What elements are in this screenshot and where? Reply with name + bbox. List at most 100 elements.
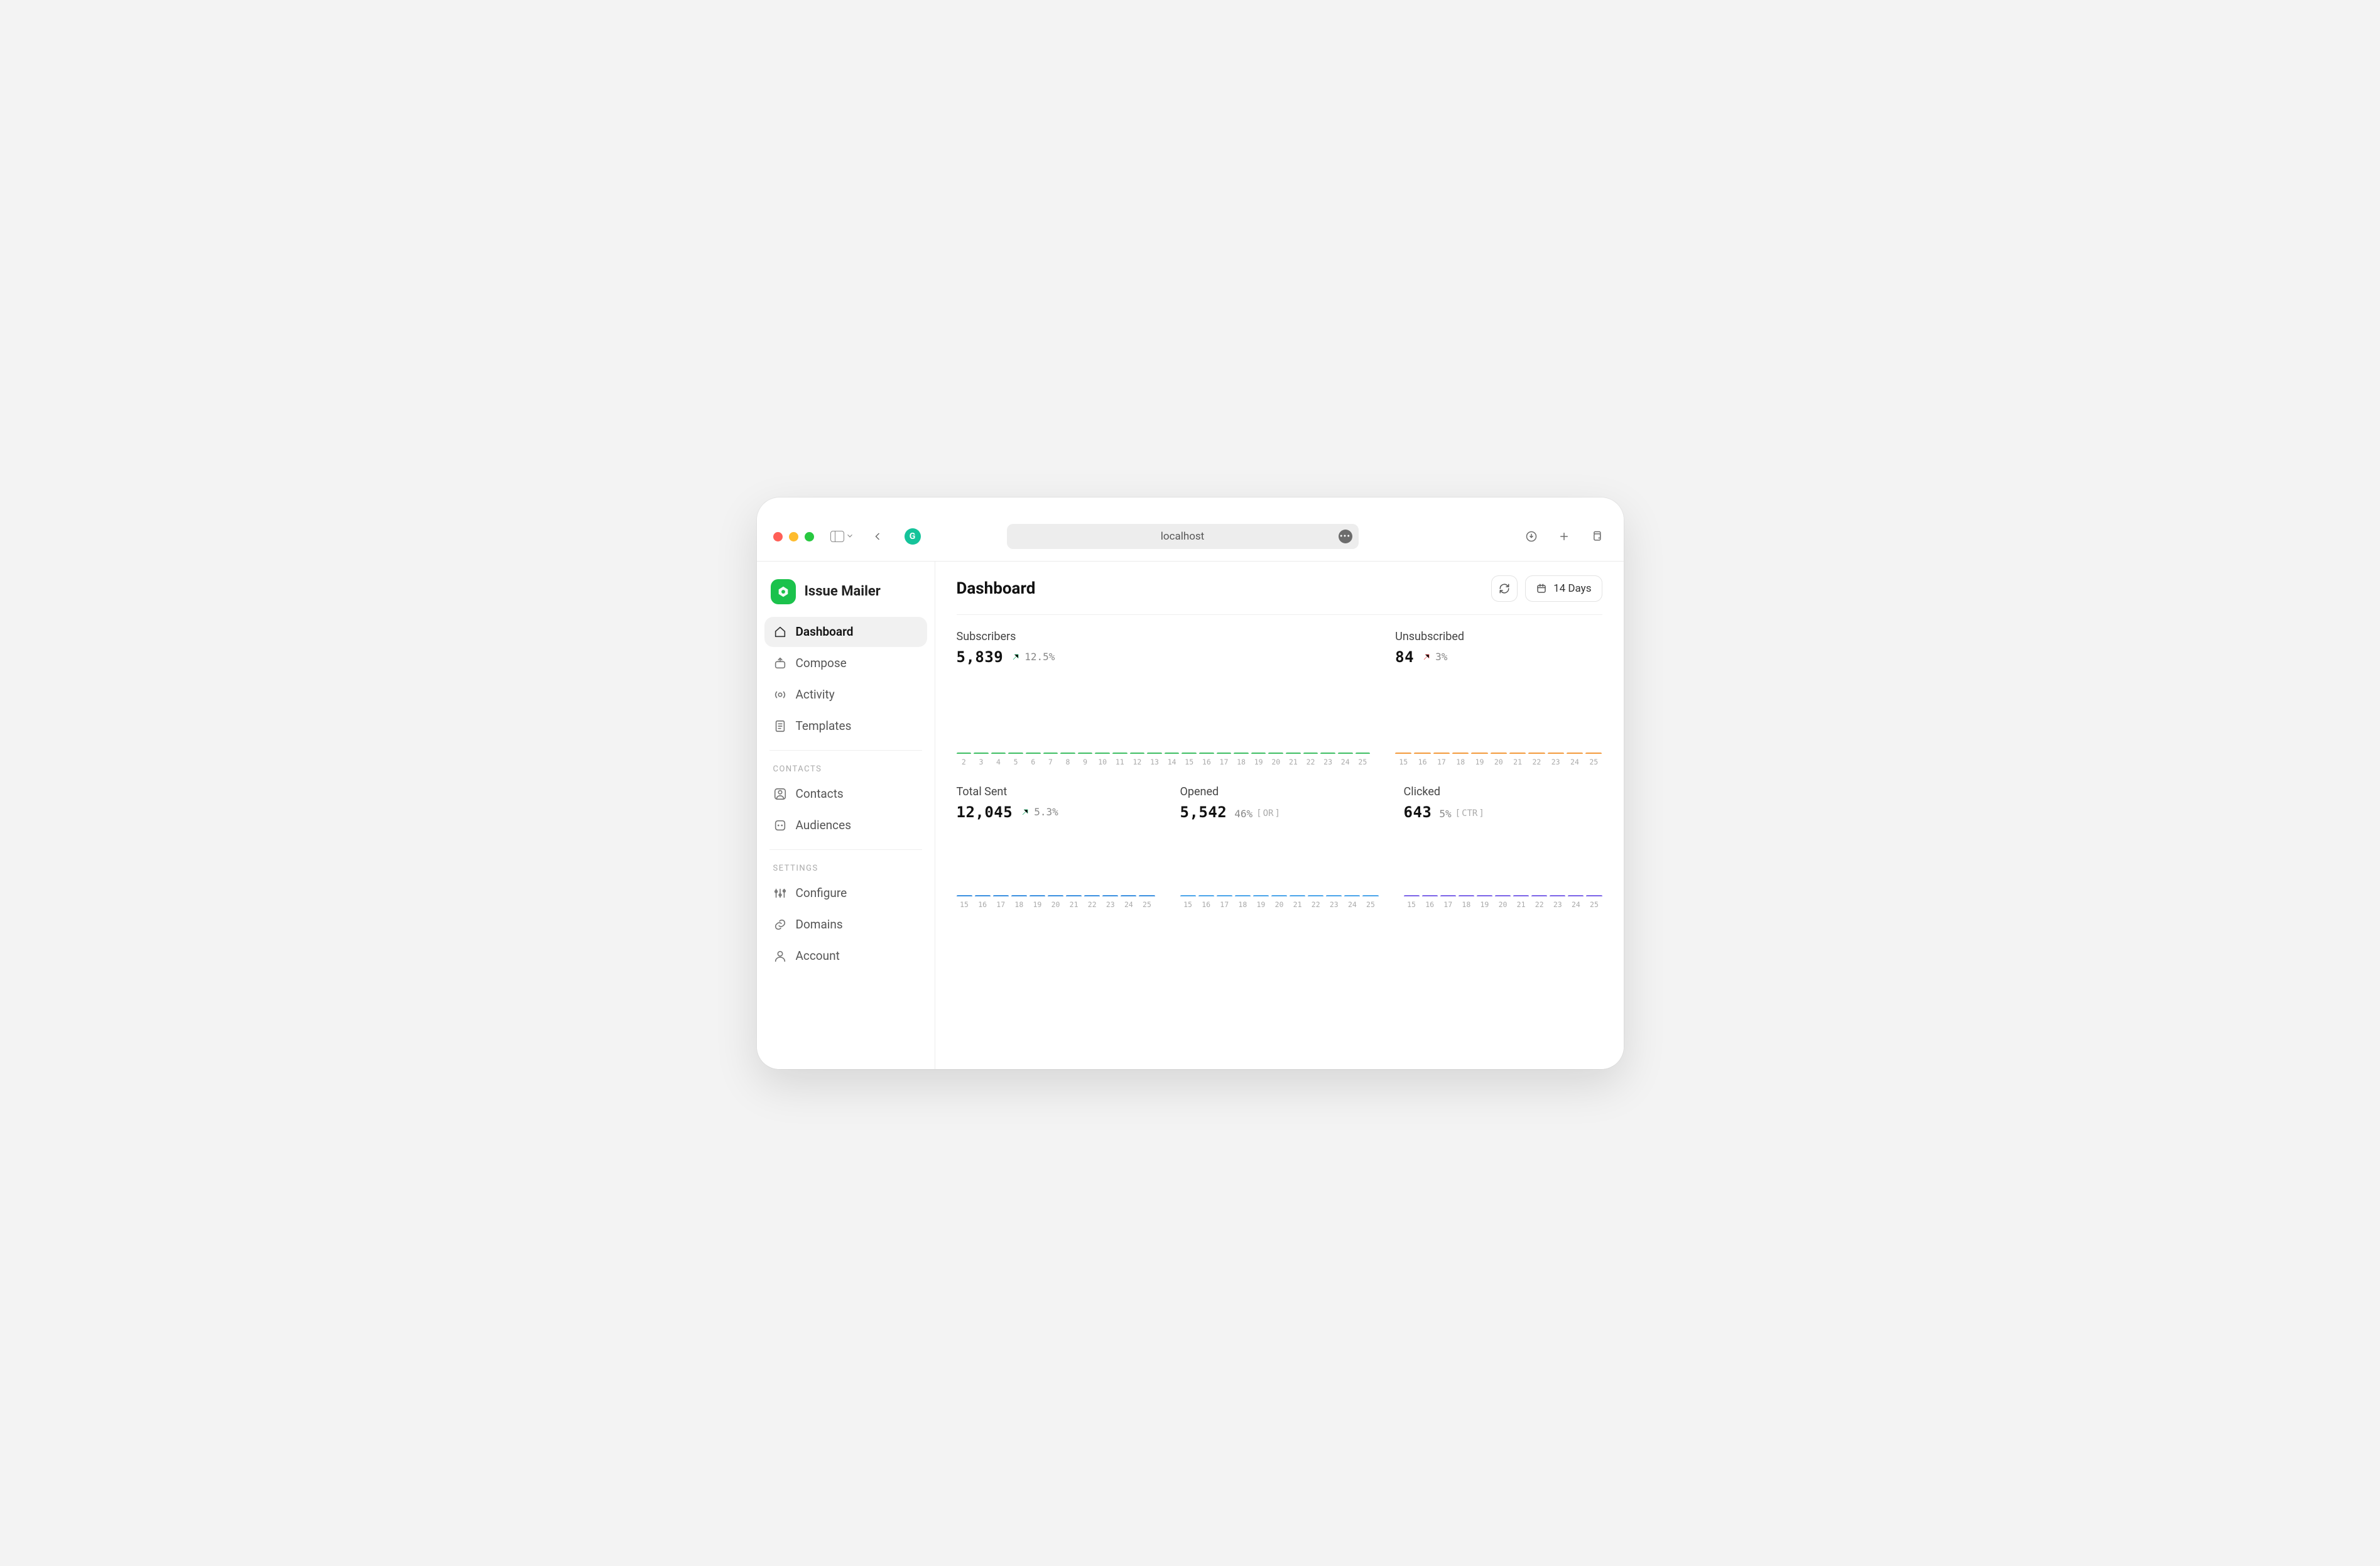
bar bbox=[991, 753, 1006, 754]
bar-label: 24 bbox=[1572, 900, 1580, 909]
sidebar-item-label: Domains bbox=[796, 917, 843, 932]
bar-label: 20 bbox=[1051, 900, 1060, 909]
bar bbox=[1320, 753, 1335, 754]
bar bbox=[1308, 895, 1323, 896]
bar-label: 21 bbox=[1517, 900, 1526, 909]
bar bbox=[1433, 753, 1450, 754]
home-icon bbox=[773, 625, 787, 639]
downloads-button[interactable] bbox=[1521, 526, 1542, 547]
sidebar-item-label: Account bbox=[796, 949, 840, 963]
chart-bar: 13 bbox=[1147, 753, 1162, 766]
card-title: Total Sent bbox=[957, 785, 1155, 798]
date-range-button[interactable]: 14 Days bbox=[1525, 575, 1602, 602]
bar bbox=[1477, 895, 1492, 896]
sidebar-item-dashboard[interactable]: Dashboard bbox=[764, 617, 927, 647]
chart-bar: 16 bbox=[1198, 895, 1214, 909]
clicked-value: 643 bbox=[1404, 803, 1432, 821]
bar bbox=[1026, 753, 1041, 754]
subscribers-chart: 2345678910111213141516171819202122232425 bbox=[957, 678, 1371, 766]
unsubscribed-chart: 1516171819202122232425 bbox=[1395, 678, 1602, 766]
chart-bar: 22 bbox=[1528, 753, 1545, 766]
opened-tag: OR bbox=[1256, 808, 1280, 818]
bar-label: 18 bbox=[1456, 758, 1465, 766]
chart-bar: 11 bbox=[1112, 753, 1128, 766]
chart-bar: 20 bbox=[1048, 895, 1063, 909]
window-minimize-button[interactable] bbox=[789, 532, 798, 541]
refresh-button[interactable] bbox=[1491, 575, 1518, 602]
address-bar[interactable]: localhost ••• bbox=[1007, 524, 1359, 549]
app-root: Issue Mailer Dashboard Compose Activity bbox=[757, 562, 1624, 1069]
bar-label: 22 bbox=[1307, 758, 1315, 766]
arrow-up-right-icon bbox=[1020, 807, 1030, 817]
address-bar-url: localhost bbox=[1161, 530, 1205, 543]
bar-label: 23 bbox=[1106, 900, 1115, 909]
bar-label: 13 bbox=[1150, 758, 1159, 766]
bar bbox=[1182, 753, 1197, 754]
tab-overview-button[interactable] bbox=[1586, 526, 1607, 547]
bar bbox=[1147, 753, 1162, 754]
bar-label: 21 bbox=[1293, 900, 1302, 909]
bar-label: 20 bbox=[1494, 758, 1503, 766]
card-unsubscribed: Unsubscribed 84 3% 151617181920212223242… bbox=[1395, 630, 1602, 766]
sidebar-item-label: Contacts bbox=[796, 786, 844, 801]
sliders-icon bbox=[773, 886, 787, 900]
bar-label: 24 bbox=[1124, 900, 1133, 909]
sidebar-item-contacts[interactable]: Contacts bbox=[764, 779, 927, 809]
total-sent-value: 12,045 bbox=[957, 803, 1013, 821]
bar-label: 25 bbox=[1358, 758, 1367, 766]
page-title: Dashboard bbox=[957, 579, 1036, 598]
sidebar-item-configure[interactable]: Configure bbox=[764, 878, 927, 908]
browser-back-button[interactable] bbox=[867, 526, 888, 547]
contacts-icon bbox=[773, 787, 787, 801]
bar bbox=[1121, 895, 1136, 896]
opened-chart: 1516171819202122232425 bbox=[1180, 834, 1379, 909]
window-zoom-button[interactable] bbox=[805, 532, 814, 541]
address-bar-more-icon[interactable]: ••• bbox=[1339, 530, 1352, 543]
bar-label: 22 bbox=[1312, 900, 1320, 909]
bar bbox=[1253, 895, 1269, 896]
bar-label: 17 bbox=[996, 900, 1005, 909]
bar bbox=[1548, 753, 1564, 754]
bar bbox=[1235, 895, 1251, 896]
sidebar-item-account[interactable]: Account bbox=[764, 941, 927, 971]
brand[interactable]: Issue Mailer bbox=[764, 575, 927, 616]
bar-label: 19 bbox=[1033, 900, 1041, 909]
chart-bar: 25 bbox=[1585, 753, 1602, 766]
card-subscribers: Subscribers 5,839 12.5% 2345678910111213… bbox=[957, 630, 1371, 766]
new-tab-button[interactable] bbox=[1553, 526, 1575, 547]
sidebar-item-audiences[interactable]: Audiences bbox=[764, 810, 927, 840]
bar-label: 16 bbox=[1425, 900, 1434, 909]
bar-label: 20 bbox=[1275, 900, 1284, 909]
sidebar-item-activity[interactable]: Activity bbox=[764, 680, 927, 710]
sidebar-item-compose[interactable]: Compose bbox=[764, 648, 927, 678]
audiences-icon bbox=[773, 818, 787, 832]
chart-bar: 15 bbox=[957, 895, 972, 909]
chart-bar: 18 bbox=[1235, 895, 1251, 909]
chart-bar: 15 bbox=[1395, 753, 1411, 766]
bar-label: 19 bbox=[1254, 758, 1263, 766]
chart-bar: 16 bbox=[1422, 895, 1438, 909]
chart-bar: 15 bbox=[1180, 895, 1196, 909]
card-title: Opened bbox=[1180, 785, 1379, 798]
chart-bar: 23 bbox=[1548, 753, 1564, 766]
opened-rate-value: 46% bbox=[1234, 808, 1252, 820]
calendar-icon bbox=[1536, 583, 1547, 594]
chart-bar: 21 bbox=[1066, 895, 1082, 909]
bar-label: 22 bbox=[1535, 900, 1544, 909]
sidebar-item-templates[interactable]: Templates bbox=[764, 711, 927, 741]
bar bbox=[1271, 895, 1287, 896]
sidebar-item-domains[interactable]: Domains bbox=[764, 910, 927, 940]
bar-label: 18 bbox=[1238, 900, 1247, 909]
sidebar-divider bbox=[769, 849, 922, 850]
chart-bar: 20 bbox=[1268, 753, 1283, 766]
grammarly-extension-icon[interactable]: G bbox=[905, 528, 921, 545]
bar bbox=[1509, 753, 1526, 754]
chart-bar: 25 bbox=[1586, 895, 1602, 909]
chart-bar: 24 bbox=[1568, 895, 1584, 909]
bar bbox=[1286, 753, 1301, 754]
browser-sidebar-toggle[interactable] bbox=[830, 531, 854, 543]
bar bbox=[1338, 753, 1353, 754]
sidebar-divider bbox=[769, 750, 922, 751]
bar-label: 17 bbox=[1220, 758, 1229, 766]
window-close-button[interactable] bbox=[773, 532, 783, 541]
